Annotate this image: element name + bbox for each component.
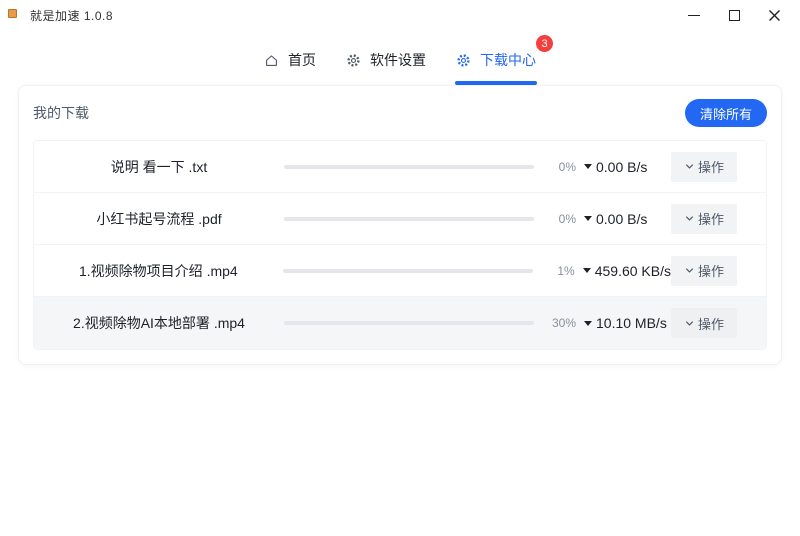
speed-indicator: 0.00 B/s xyxy=(584,211,647,227)
download-arrow-icon xyxy=(584,216,592,221)
panel-title: 我的下载 xyxy=(33,105,89,121)
notification-badge: 3 xyxy=(536,35,553,52)
download-row: 说明 看一下 .txt 0% 0.00 B/s 操作 xyxy=(34,141,766,193)
chevron-down-icon xyxy=(685,216,694,221)
maximize-button[interactable] xyxy=(714,2,754,28)
action-button[interactable]: 操作 xyxy=(671,203,737,234)
progress-bar xyxy=(284,164,534,169)
action-button[interactable]: 操作 xyxy=(671,255,737,286)
chevron-down-icon xyxy=(685,164,694,169)
download-arrow-icon xyxy=(584,320,592,326)
progress-bar xyxy=(284,321,534,325)
chevron-down-icon xyxy=(685,268,694,273)
speed-value: 459.60 KB/s xyxy=(594,262,671,279)
download-arrow-icon xyxy=(582,268,591,273)
minimize-icon xyxy=(688,14,700,16)
tab-download-center[interactable]: 下载中心 3 xyxy=(455,35,553,85)
action-button[interactable]: 操作 xyxy=(671,308,737,338)
tab-home[interactable]: 首页 xyxy=(263,44,317,76)
speed-indicator: 10.10 MB/s xyxy=(584,315,667,331)
file-name: 2.视频除物AI本地部署 .mp4 xyxy=(73,315,245,331)
file-name: 小红书起号流程 .pdf xyxy=(96,210,222,227)
download-row: 小红书起号流程 .pdf 0% 0.00 B/s 操作 xyxy=(34,193,766,245)
download-row: 1.视频除物项目介绍 .mp4 1% 459.60 KB/s 操作 xyxy=(34,245,766,297)
gear-icon xyxy=(456,53,471,68)
nav-tabs: 首页 软件设置 下载中心 3 xyxy=(0,35,800,85)
speed-indicator: 0.00 B/s xyxy=(584,159,647,175)
speed-value: 0.00 B/s xyxy=(596,210,648,227)
minimize-button[interactable] xyxy=(674,2,714,28)
percent-label: 0% xyxy=(558,211,576,226)
window-controls xyxy=(674,2,794,28)
tab-label: 软件设置 xyxy=(370,52,426,68)
percent-label: 0% xyxy=(558,159,576,174)
download-arrow-icon xyxy=(584,164,592,169)
speed-value: 0.00 B/s xyxy=(596,158,648,175)
percent-label: 1% xyxy=(557,263,575,278)
close-button[interactable] xyxy=(754,2,794,28)
action-button-label: 操作 xyxy=(697,316,724,332)
file-name: 1.视频除物项目介绍 .mp4 xyxy=(79,262,238,279)
file-name: 说明 看一下 .txt xyxy=(110,158,208,175)
gear-icon xyxy=(346,53,361,68)
app-logo-icon xyxy=(8,8,17,18)
download-list: 说明 看一下 .txt 0% 0.00 B/s 操作 小红书起号流程 .pdf … xyxy=(33,140,767,350)
percent-label: 30% xyxy=(551,316,576,330)
speed-indicator: 459.60 KB/s xyxy=(582,262,671,279)
action-button[interactable]: 操作 xyxy=(671,151,737,182)
tab-label: 下载中心 xyxy=(480,52,536,68)
close-icon xyxy=(768,9,780,21)
tab-settings[interactable]: 软件设置 xyxy=(345,44,427,76)
download-row: 2.视频除物AI本地部署 .mp4 30% 10.10 MB/s 操作 xyxy=(34,297,766,349)
clear-all-button[interactable]: 清除所有 xyxy=(684,99,767,127)
downloads-panel: 我的下载 清除所有 说明 看一下 .txt 0% 0.00 B/s 操作 小红书… xyxy=(18,85,782,365)
app-title: 就是加速 1.0.8 xyxy=(30,8,114,23)
panel-header: 我的下载 清除所有 xyxy=(19,86,781,140)
tab-label: 首页 xyxy=(288,52,316,68)
home-icon xyxy=(264,53,279,68)
maximize-icon xyxy=(728,9,740,21)
action-button-label: 操作 xyxy=(697,160,724,175)
chevron-down-icon xyxy=(685,320,694,326)
action-button-label: 操作 xyxy=(697,264,724,279)
progress-bar xyxy=(282,268,533,273)
speed-value: 10.10 MB/s xyxy=(596,315,667,331)
action-button-label: 操作 xyxy=(697,212,724,227)
title-bar: 就是加速 1.0.8 xyxy=(0,0,800,30)
progress-bar xyxy=(284,216,534,221)
